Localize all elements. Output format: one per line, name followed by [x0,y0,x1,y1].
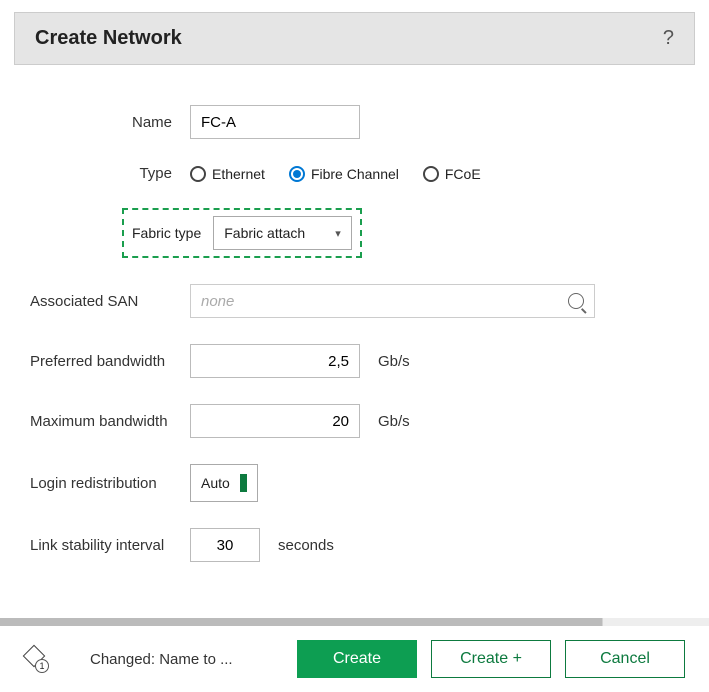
fabric-type-highlight: Fabric type Fabric attach ▾ [122,208,362,258]
login-redist-select[interactable]: Auto [190,464,258,502]
preferred-bw-input[interactable] [190,344,360,378]
row-fabric-type: Fabric type Fabric attach ▾ [30,208,679,258]
radio-fcoe[interactable]: FCoE [423,166,481,182]
row-associated-san: Associated SAN none [30,284,679,318]
radio-ethernet[interactable]: Ethernet [190,166,265,182]
link-stability-label: Link stability interval [30,537,190,554]
row-name: Name [30,105,679,139]
login-redist-value: Auto [201,475,230,491]
search-icon[interactable] [568,293,584,309]
row-maximum-bw: Maximum bandwidth Gb/s [30,404,679,438]
radio-label: FCoE [445,166,481,182]
preferred-bw-label: Preferred bandwidth [30,353,190,370]
create-plus-button[interactable]: Create + [431,640,551,678]
history-badge: 1 [35,659,49,673]
associated-san-label: Associated SAN [30,293,190,310]
link-stability-input[interactable] [190,528,260,562]
radio-icon [423,166,439,182]
chevron-down-icon: ▾ [335,227,341,240]
fabric-type-label: Fabric type [132,225,201,241]
radio-icon [190,166,206,182]
form-body: Name Type Ethernet Fibre Channel FCoE Fa… [0,65,709,608]
associated-san-placeholder: none [201,293,234,310]
radio-fibre-channel[interactable]: Fibre Channel [289,166,399,182]
fabric-type-select[interactable]: Fabric attach ▾ [213,216,351,250]
dialog-title: Create Network [35,27,182,50]
preferred-bw-unit: Gb/s [378,353,410,370]
maximum-bw-label: Maximum bandwidth [30,413,190,430]
login-redist-label: Login redistribution [30,475,190,492]
dialog-header: Create Network ? [14,12,695,65]
row-login-redist: Login redistribution Auto [30,464,679,502]
login-indicator-icon [240,474,247,492]
cancel-button[interactable]: Cancel [565,640,685,678]
maximum-bw-input[interactable] [190,404,360,438]
name-input[interactable] [190,105,360,139]
type-label: Type [30,165,190,182]
fabric-type-value: Fabric attach [224,225,305,241]
name-label: Name [30,114,190,131]
history-icon[interactable]: 1 [24,648,46,670]
row-link-stability: Link stability interval seconds [30,528,679,562]
row-type: Type Ethernet Fibre Channel FCoE [30,165,679,182]
row-preferred-bw: Preferred bandwidth Gb/s [30,344,679,378]
status-text: Changed: Name to ... [90,651,233,668]
radio-icon [289,166,305,182]
footer: 1 Changed: Name to ... Create Create + C… [0,626,709,692]
maximum-bw-unit: Gb/s [378,413,410,430]
divider [0,618,709,626]
link-stability-unit: seconds [278,537,334,554]
create-button[interactable]: Create [297,640,417,678]
radio-label: Ethernet [212,166,265,182]
help-icon[interactable]: ? [663,27,674,50]
radio-label: Fibre Channel [311,166,399,182]
associated-san-input[interactable]: none [190,284,595,318]
